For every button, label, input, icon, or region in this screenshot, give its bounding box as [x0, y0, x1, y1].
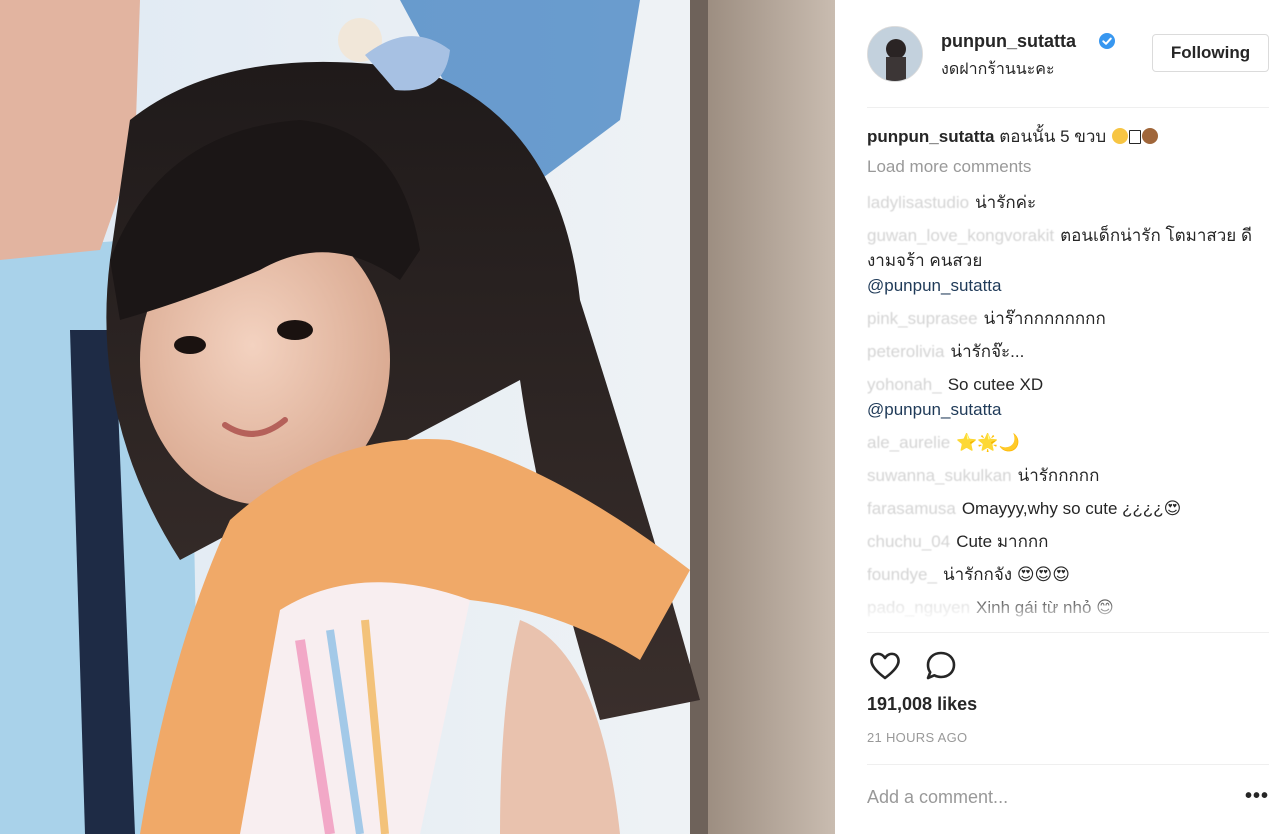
see-no-evil-monkey-icon	[1141, 128, 1158, 144]
comment-username[interactable]: suwanna_sukulkan	[867, 466, 1012, 485]
comment-item: pink_suprasee น่าร๊ากกกกกกกก	[867, 306, 1269, 331]
comment-text: น่ารักจ๊ะ...	[950, 342, 1025, 361]
comment-text: Omayyy,why so cute ¿¿¿¿😍	[961, 499, 1182, 518]
likes-count[interactable]: 191,008 likes	[867, 694, 977, 715]
comment-item: peterolivia น่ารักจ๊ะ...	[867, 339, 1269, 364]
comment-item: suwanna_sukulkan น่ารักกกกก	[867, 463, 1269, 488]
post-photo	[0, 0, 835, 834]
comment-item: guwan_love_kongvorakit ตอนเด็กน่ารัก โตมา…	[867, 223, 1269, 298]
divider	[867, 107, 1269, 108]
comment-mention[interactable]: @punpun_sutatta	[867, 273, 1269, 298]
grinning-emoji-icon	[1111, 128, 1128, 144]
comment-text: Cute มากกก	[956, 532, 1049, 551]
post-timestamp[interactable]: 21 HOURS AGO	[867, 730, 967, 745]
comment-item: yohonah_ So cutee XD @punpun_sutatta	[867, 372, 1269, 422]
comment-username[interactable]: ale_aurelie	[867, 433, 950, 452]
caption-text: ตอนนั้น 5 ขวบ	[999, 127, 1107, 146]
comment-text: น่าร๊ากกกกกกกก	[983, 309, 1106, 328]
comment-username[interactable]: yohonah_	[867, 375, 942, 394]
avatar[interactable]	[867, 26, 923, 82]
avatar-image	[868, 27, 922, 81]
comment-username[interactable]: guwan_love_kongvorakit	[867, 226, 1054, 245]
comment-text: ⭐🌟🌙	[956, 433, 1020, 452]
comment-username[interactable]: ladylisastudio	[867, 193, 969, 212]
heart-icon[interactable]	[867, 648, 903, 684]
following-button[interactable]: Following	[1152, 34, 1269, 72]
comment-username[interactable]: foundye_	[867, 565, 937, 584]
comment-mention[interactable]: @punpun_sutatta	[867, 397, 1269, 422]
post-caption: punpun_sutatta ตอนนั้น 5 ขวบ	[867, 122, 1269, 152]
photo-illustration	[0, 0, 835, 834]
add-comment-input[interactable]	[867, 782, 1227, 812]
post-username[interactable]: punpun_sutatta	[941, 31, 1076, 52]
comment-username[interactable]: chuchu_04	[867, 532, 950, 551]
comment-item: ale_aurelie ⭐🌟🌙	[867, 430, 1269, 455]
comment-item: foundye_ น่ารักกจัง 😍😍😍	[867, 562, 1269, 587]
comment-item: chuchu_04 Cute มากกก	[867, 529, 1269, 554]
caption-username[interactable]: punpun_sutatta	[867, 127, 995, 146]
comments-fade	[867, 592, 1269, 632]
post-location[interactable]: งดฝากร้านนะคะ	[941, 57, 1055, 82]
comment-item: farasamusa Omayyy,why so cute ¿¿¿¿😍	[867, 496, 1269, 521]
comments-list: punpun_sutatta ตอนนั้น 5 ขวบ Load more c…	[867, 122, 1269, 630]
comment-username[interactable]: farasamusa	[867, 499, 956, 518]
comment-item: ladylisastudio น่ารักค่ะ	[867, 190, 1269, 215]
divider	[867, 764, 1269, 765]
comment-text: น่ารักค่ะ	[975, 193, 1037, 212]
speech-bubble-icon[interactable]	[923, 648, 959, 684]
verified-badge-icon	[1099, 33, 1115, 49]
divider	[867, 632, 1269, 633]
ellipsis-icon[interactable]: •••	[1245, 786, 1269, 806]
load-more-comments-button[interactable]: Load more comments	[867, 152, 1269, 182]
post-header: punpun_sutatta งดฝากร้านนะคะ Following	[835, 0, 1280, 108]
comment-text: น่ารักกจัง 😍😍😍	[942, 565, 1070, 584]
comment-text: น่ารักกกกก	[1017, 466, 1100, 485]
comment-text: So cutee XD	[947, 375, 1044, 394]
comment-username[interactable]: peterolivia	[867, 342, 945, 361]
comment-username[interactable]: pink_suprasee	[867, 309, 978, 328]
post-side-panel: punpun_sutatta งดฝากร้านนะคะ Following p…	[835, 0, 1280, 834]
unknown-glyph-icon	[1128, 130, 1141, 144]
